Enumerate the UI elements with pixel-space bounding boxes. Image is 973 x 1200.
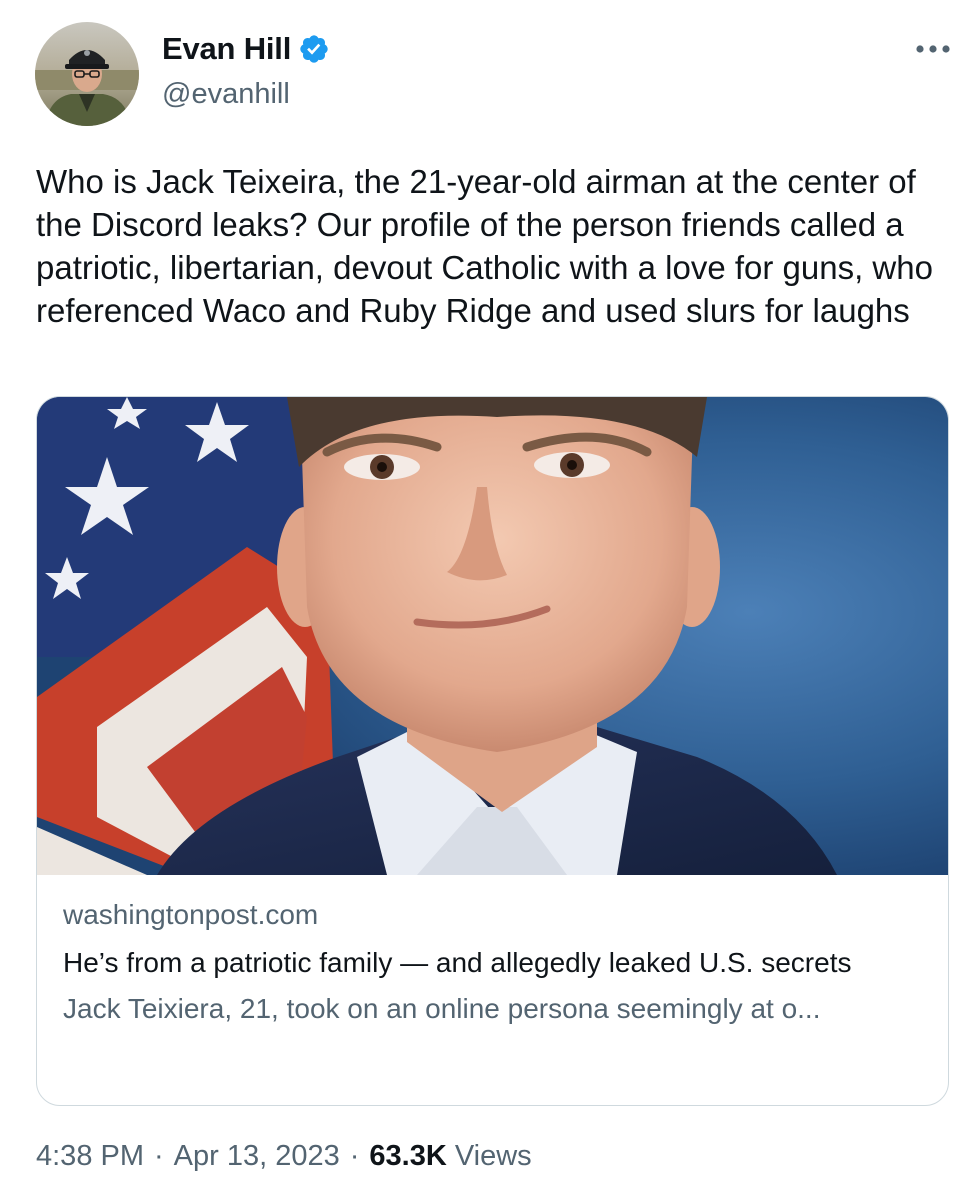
display-name[interactable]: Evan Hill bbox=[162, 31, 291, 67]
footer-separator: · bbox=[349, 1140, 360, 1172]
link-card[interactable]: washingtonpost.com He’s from a patriotic… bbox=[36, 396, 949, 1106]
name-row: Evan Hill bbox=[162, 30, 330, 68]
views-count: 63.3K bbox=[369, 1140, 447, 1172]
tweet: Evan Hill @evanhill Who is Jack Teixeira… bbox=[0, 0, 973, 1200]
footer-separator: · bbox=[154, 1140, 164, 1172]
author-block: Evan Hill @evanhill bbox=[162, 30, 330, 111]
tweet-footer: 4:38 PM · Apr 13, 2023 · 63.3K Views bbox=[36, 1140, 532, 1173]
more-options-button[interactable] bbox=[915, 34, 951, 64]
handle[interactable]: @evanhill bbox=[162, 78, 330, 111]
card-image bbox=[37, 397, 948, 875]
tweet-text: Who is Jack Teixeira, the 21-year-old ai… bbox=[36, 163, 933, 329]
card-domain: washingtonpost.com bbox=[63, 899, 319, 930]
ellipsis-horizontal-icon bbox=[916, 45, 950, 53]
card-meta: washingtonpost.com He’s from a patriotic… bbox=[63, 895, 923, 1031]
tweet-time[interactable]: 4:38 PM bbox=[36, 1140, 144, 1173]
avatar-photo bbox=[35, 22, 139, 126]
views-label: Views bbox=[454, 1140, 532, 1172]
article-photo bbox=[37, 397, 948, 875]
tweet-date[interactable]: Apr 13, 2023 bbox=[174, 1140, 340, 1173]
verified-badge-icon[interactable] bbox=[298, 33, 330, 65]
card-description: Jack Teixiera, 21, took on an online per… bbox=[63, 993, 821, 1024]
card-title: He’s from a patriotic family — and alleg… bbox=[63, 947, 852, 978]
author-avatar[interactable] bbox=[35, 22, 139, 126]
